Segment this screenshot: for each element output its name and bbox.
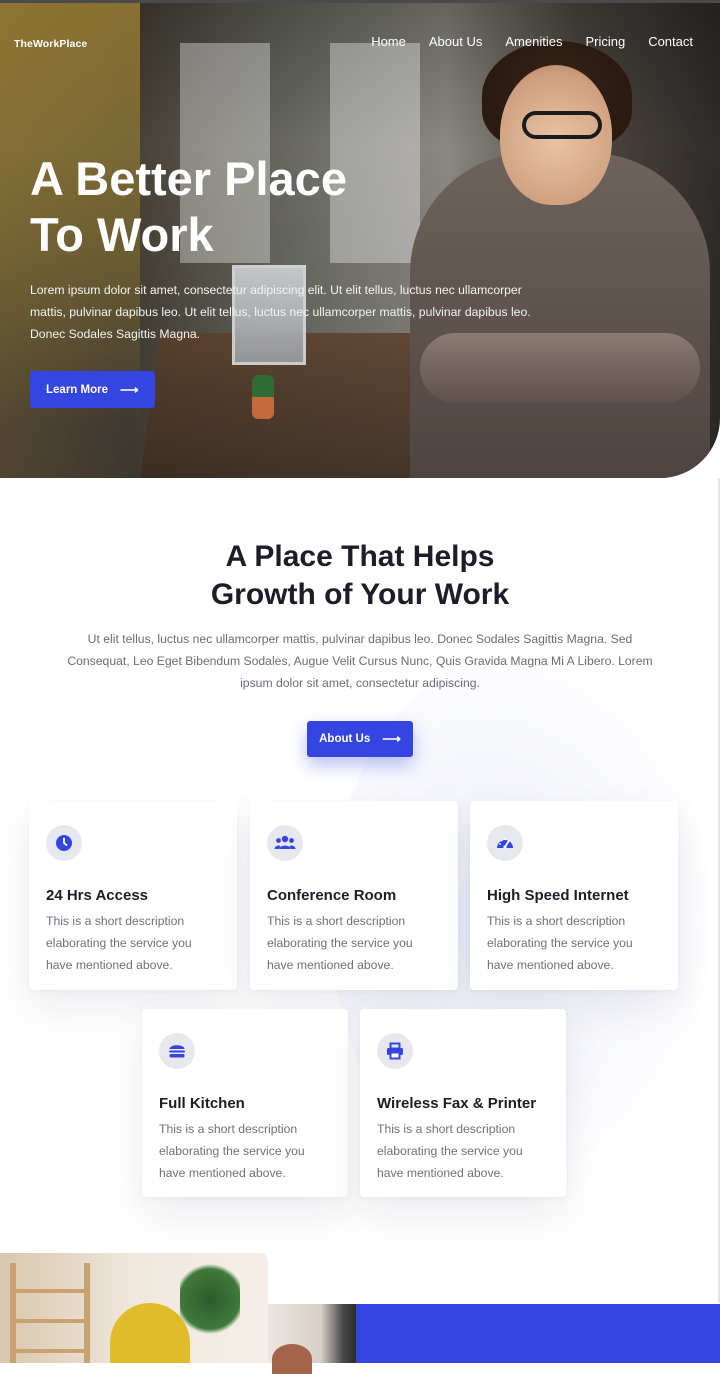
service-card-wireless-fax-printer: Wireless Fax & Printer This is a short d… — [360, 1009, 566, 1197]
learn-more-label: Learn More — [46, 383, 108, 396]
service-description: This is a short description elaborating … — [267, 914, 413, 972]
site-logo[interactable]: TheWorkPlace — [14, 38, 87, 50]
service-title: Wireless Fax & Printer — [377, 1095, 537, 1112]
workspace-photo-chair — [110, 1303, 190, 1363]
service-title: High Speed Internet — [487, 887, 629, 904]
nav-link-contact[interactable]: Contact — [648, 34, 693, 49]
service-card-conference-room: Conference Room This is a short descript… — [250, 801, 458, 990]
top-navbar: TheWorkPlace Home About Us Amenities Pri… — [0, 3, 720, 81]
clock-icon — [46, 825, 82, 861]
intro-description: Ut elit tellus, luctus nec ullamcorper m… — [67, 632, 653, 690]
workspace-photo-plant — [180, 1259, 240, 1339]
arrow-right-icon: ⟶ — [382, 731, 401, 746]
users-icon — [267, 825, 303, 861]
hero-title-line: A Better Place — [30, 152, 347, 205]
hero-section: TheWorkPlace Home About Us Amenities Pri… — [0, 0, 720, 478]
workspace-photo-secondary — [268, 1304, 356, 1374]
hero-photo-glasses — [522, 111, 602, 139]
service-title: Conference Room — [267, 887, 397, 904]
arrow-right-icon: ⟶ — [120, 381, 139, 397]
intro-title: A Place That Helps Growth of Your Work — [0, 538, 720, 614]
nav-link-pricing[interactable]: Pricing — [585, 34, 625, 49]
service-description: This is a short description elaborating … — [159, 1122, 305, 1180]
service-card-full-kitchen: Full Kitchen This is a short description… — [142, 1009, 348, 1197]
printer-icon — [377, 1033, 413, 1069]
speedometer-icon — [487, 825, 523, 861]
service-title: 24 Hrs Access — [46, 887, 149, 904]
accent-band — [356, 1304, 720, 1363]
service-title: Full Kitchen — [159, 1095, 245, 1112]
workspace-photo-shelf — [10, 1263, 90, 1363]
nav-link-amenities[interactable]: Amenities — [505, 34, 562, 49]
burger-icon — [159, 1033, 195, 1069]
intro-title-line: Growth of Your Work — [210, 578, 510, 611]
workspace-photo — [0, 1253, 268, 1363]
hero-title-line: To Work — [30, 208, 214, 261]
service-description: This is a short description elaborating … — [377, 1122, 523, 1180]
service-description: This is a short description elaborating … — [487, 914, 633, 972]
learn-more-button[interactable]: Learn More ⟶ — [30, 371, 155, 408]
service-card-high-speed-internet: High Speed Internet This is a short desc… — [470, 801, 678, 990]
intro-title-line: A Place That Helps — [225, 540, 495, 573]
nav-link-home[interactable]: Home — [371, 34, 406, 49]
service-description: This is a short description elaborating … — [46, 914, 192, 972]
hero-description: Lorem ipsum dolor sit amet, consectetur … — [30, 283, 531, 341]
service-card-24hrs: 24 Hrs Access This is a short descriptio… — [29, 801, 237, 990]
main-menu: Home About Us Amenities Pricing Contact — [371, 34, 693, 49]
hero-title: A Better Place To Work — [30, 151, 430, 263]
nav-link-about-us[interactable]: About Us — [429, 34, 482, 49]
hero-photo-plant — [252, 375, 274, 419]
about-us-label: About Us — [319, 733, 371, 745]
workspace-photo-person — [272, 1344, 312, 1374]
about-us-button[interactable]: About Us ⟶ — [307, 721, 413, 757]
